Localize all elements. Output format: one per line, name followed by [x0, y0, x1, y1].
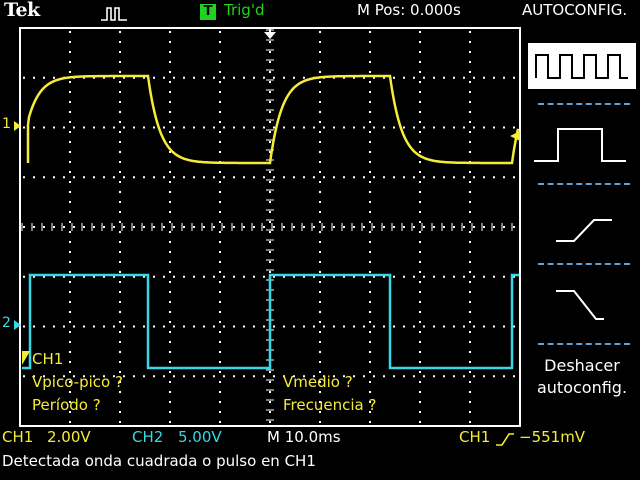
menu-single-pulse-button[interactable] — [528, 110, 636, 180]
menu-separator — [538, 263, 630, 265]
trigger-source: CH1 — [459, 428, 491, 446]
menu-undo-autoconfig-button[interactable]: Deshacer autoconfig. — [528, 355, 636, 415]
undo-label-line1: Deshacer — [544, 356, 620, 375]
menu-separator — [538, 103, 630, 105]
single-pulse-icon — [534, 128, 626, 162]
timebase: M 10.0ms — [267, 428, 341, 446]
ch2-waveform — [22, 273, 519, 370]
ch2-scale: 5.00V — [178, 428, 222, 446]
trigger-level: −551mV — [519, 428, 586, 446]
menu-separator — [538, 343, 630, 345]
undo-label-line2: autoconfig. — [536, 378, 628, 397]
measurement-vpp: Vpico-pico ? — [32, 373, 123, 391]
square-wave-icon — [535, 54, 628, 79]
menu-square-wave-button[interactable] — [528, 43, 636, 89]
rising-edge-icon — [556, 219, 612, 242]
measurement-frequency: Frecuencia ? — [283, 396, 377, 414]
ch1-label: CH1 — [2, 428, 34, 446]
falling-edge-icon — [556, 290, 604, 320]
trigger-position-icon — [264, 32, 276, 39]
menu-separator — [538, 183, 630, 185]
graticule-grid — [21, 29, 515, 423]
status-message: Detectada onda cuadrada o pulso en CH1 — [2, 452, 316, 470]
measurement-source: CH1 — [32, 350, 64, 368]
measurement-vmean: Vmedio ? — [283, 373, 353, 391]
menu-rising-edge-button[interactable] — [528, 190, 636, 260]
ch2-label: CH2 — [132, 428, 164, 446]
rising-slope-icon — [496, 433, 514, 446]
ch1-scale: 2.00V — [47, 428, 91, 446]
ch2-marker-label: 2 — [2, 315, 11, 331]
ch1-marker-label: 1 — [2, 116, 11, 132]
measurement-period: Período ? — [32, 396, 101, 414]
menu-falling-edge-button[interactable] — [528, 270, 636, 340]
